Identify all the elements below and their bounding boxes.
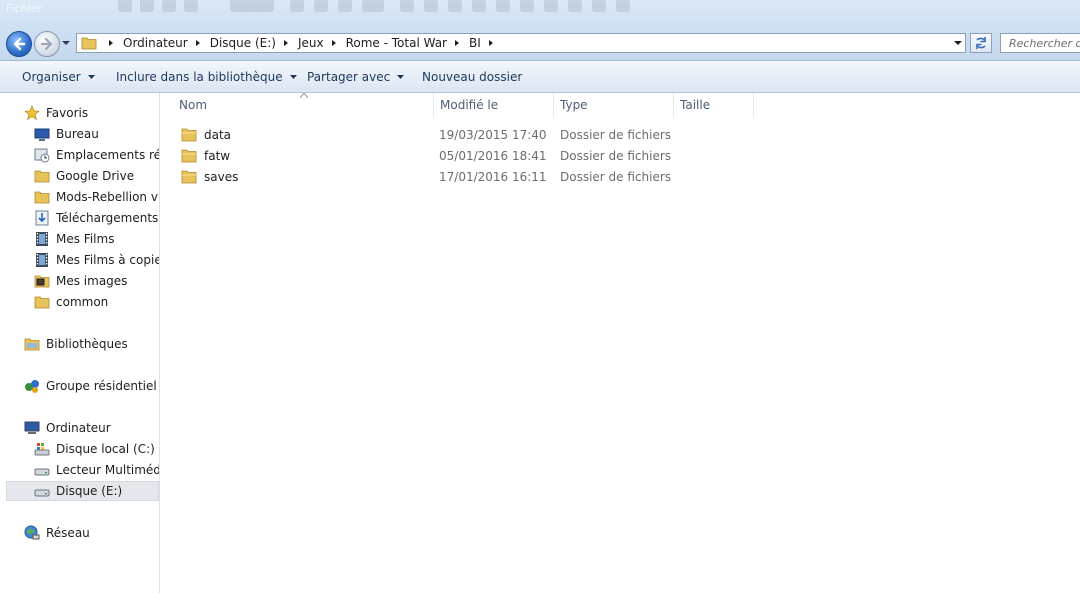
- network-icon: [24, 525, 40, 540]
- nav-item-disque-local-c[interactable]: Disque local (C:): [34, 439, 155, 459]
- nav-item-disque-e[interactable]: Disque (E:): [6, 481, 159, 501]
- file-name[interactable]: fatw: [181, 145, 230, 166]
- file-type: Dossier de fichiers: [560, 148, 672, 163]
- table-row[interactable]: saves 17/01/2016 16:11 Dossier de fichie…: [177, 166, 767, 187]
- folder-icon: [181, 128, 197, 141]
- column-header-size[interactable]: Taille: [674, 93, 754, 117]
- breadcrumb-jeux[interactable]: Jeux: [298, 34, 346, 52]
- nav-item-mods-rebellion[interactable]: Mods-Rebellion v1.8: [34, 187, 159, 207]
- command-bar: Organiser Inclure dans la bibliothèque P…: [0, 60, 1080, 93]
- share-with-button[interactable]: Partager avec: [307, 61, 405, 92]
- file-modified: 05/01/2016 18:41: [439, 148, 547, 163]
- nav-homegroup[interactable]: Groupe résidentiel: [24, 376, 157, 396]
- desktop-icon: [34, 128, 50, 141]
- file-name[interactable]: data: [181, 124, 231, 145]
- nav-item-downloads[interactable]: Téléchargements: [34, 208, 158, 228]
- arrow-right-icon: [40, 37, 53, 51]
- recent-places-icon: [34, 148, 50, 163]
- homegroup-icon: [25, 380, 39, 393]
- file-list[interactable]: Nom Modifié le Type Taille data 19/03/20…: [161, 93, 1080, 593]
- library-icon: [24, 338, 40, 351]
- nav-item-google-drive[interactable]: Google Drive: [34, 166, 134, 186]
- folder-icon: [81, 37, 97, 50]
- nav-item-common[interactable]: common: [34, 292, 108, 312]
- search-input[interactable]: [1001, 34, 1080, 52]
- drive-icon: [34, 468, 50, 476]
- chevron-right-icon: [195, 40, 200, 46]
- dropdown-arrow-icon: [289, 74, 297, 79]
- arrow-left-icon: [13, 37, 26, 51]
- history-dropdown-icon[interactable]: [61, 38, 71, 48]
- nav-item-recent-places[interactable]: Emplacements récents: [34, 145, 159, 165]
- background-toolbar: [118, 0, 638, 14]
- star-icon: [24, 105, 40, 121]
- table-row[interactable]: data 19/03/2015 17:40 Dossier de fichier…: [177, 124, 767, 145]
- breadcrumb-ordinateur[interactable]: Ordinateur: [123, 34, 210, 52]
- new-folder-button[interactable]: Nouveau dossier: [422, 61, 522, 92]
- system-drive-icon: [34, 443, 50, 456]
- navigation-pane[interactable]: Favoris Bureau Emplacements récents Goog…: [0, 93, 160, 593]
- nav-libraries[interactable]: Bibliothèques: [24, 334, 128, 354]
- nav-item-mes-films-a-copier[interactable]: Mes Films à copier: [34, 250, 159, 270]
- address-bar[interactable]: Ordinateur Disque (E:) Jeux Rome - Total…: [76, 33, 966, 53]
- file-modified: 17/01/2016 16:11: [439, 169, 547, 184]
- folder-icon: [34, 296, 50, 309]
- column-header-name[interactable]: Nom: [173, 93, 434, 117]
- column-header-modified[interactable]: Modifié le: [434, 93, 554, 117]
- folder-icon: [181, 149, 197, 162]
- refresh-button[interactable]: [970, 33, 992, 53]
- search-box[interactable]: [1000, 33, 1080, 53]
- nav-item-bureau[interactable]: Bureau: [34, 124, 99, 144]
- chevron-right-icon: [331, 40, 336, 46]
- folder-icon: [34, 191, 50, 204]
- download-icon: [35, 210, 49, 226]
- organize-button[interactable]: Organiser: [22, 61, 95, 92]
- title-address-bar: Fichier Ordinateur Disque (E:) Jeux Rome…: [0, 0, 1080, 60]
- dropdown-arrow-icon: [397, 74, 405, 79]
- column-header-type[interactable]: Type: [554, 93, 674, 117]
- breadcrumb-disque-e[interactable]: Disque (E:): [210, 34, 298, 52]
- forward-button[interactable]: [34, 31, 60, 57]
- chevron-right-icon: [109, 40, 113, 46]
- folder-icon: [34, 170, 50, 183]
- film-icon: [36, 232, 48, 246]
- chevron-right-icon: [488, 40, 493, 46]
- window-title: Fichier: [6, 2, 42, 15]
- refresh-icon: [976, 37, 986, 49]
- breadcrumb-separator[interactable]: [101, 34, 123, 52]
- computer-icon: [24, 421, 40, 434]
- chevron-right-icon: [455, 40, 459, 46]
- breadcrumb-rome-total-war[interactable]: Rome - Total War: [346, 34, 469, 52]
- image-folder-icon: [34, 275, 50, 288]
- drive-icon: [34, 489, 50, 497]
- back-button[interactable]: [6, 31, 32, 57]
- file-modified: 19/03/2015 17:40: [439, 127, 547, 142]
- nav-item-mes-images[interactable]: Mes images: [34, 271, 127, 291]
- nav-item-mes-films[interactable]: Mes Films: [34, 229, 114, 249]
- folder-icon: [181, 170, 197, 183]
- include-library-button[interactable]: Inclure dans la bibliothèque: [116, 61, 297, 92]
- dropdown-arrow-icon: [87, 74, 95, 79]
- film-icon: [36, 253, 48, 267]
- table-row[interactable]: fatw 05/01/2016 18:41 Dossier de fichier…: [177, 145, 767, 166]
- file-name[interactable]: saves: [181, 166, 238, 187]
- nav-favorites[interactable]: Favoris: [24, 103, 88, 123]
- address-dropdown-icon[interactable]: [953, 39, 963, 47]
- chevron-right-icon: [283, 40, 288, 46]
- nav-computer[interactable]: Ordinateur: [24, 418, 111, 438]
- nav-item-lecteur-multimedia[interactable]: Lecteur Multimédia: [34, 460, 159, 480]
- breadcrumb-bi[interactable]: BI: [469, 34, 503, 52]
- nav-network[interactable]: Réseau: [24, 523, 90, 543]
- file-type: Dossier de fichiers: [560, 127, 672, 142]
- file-type: Dossier de fichiers: [560, 169, 672, 184]
